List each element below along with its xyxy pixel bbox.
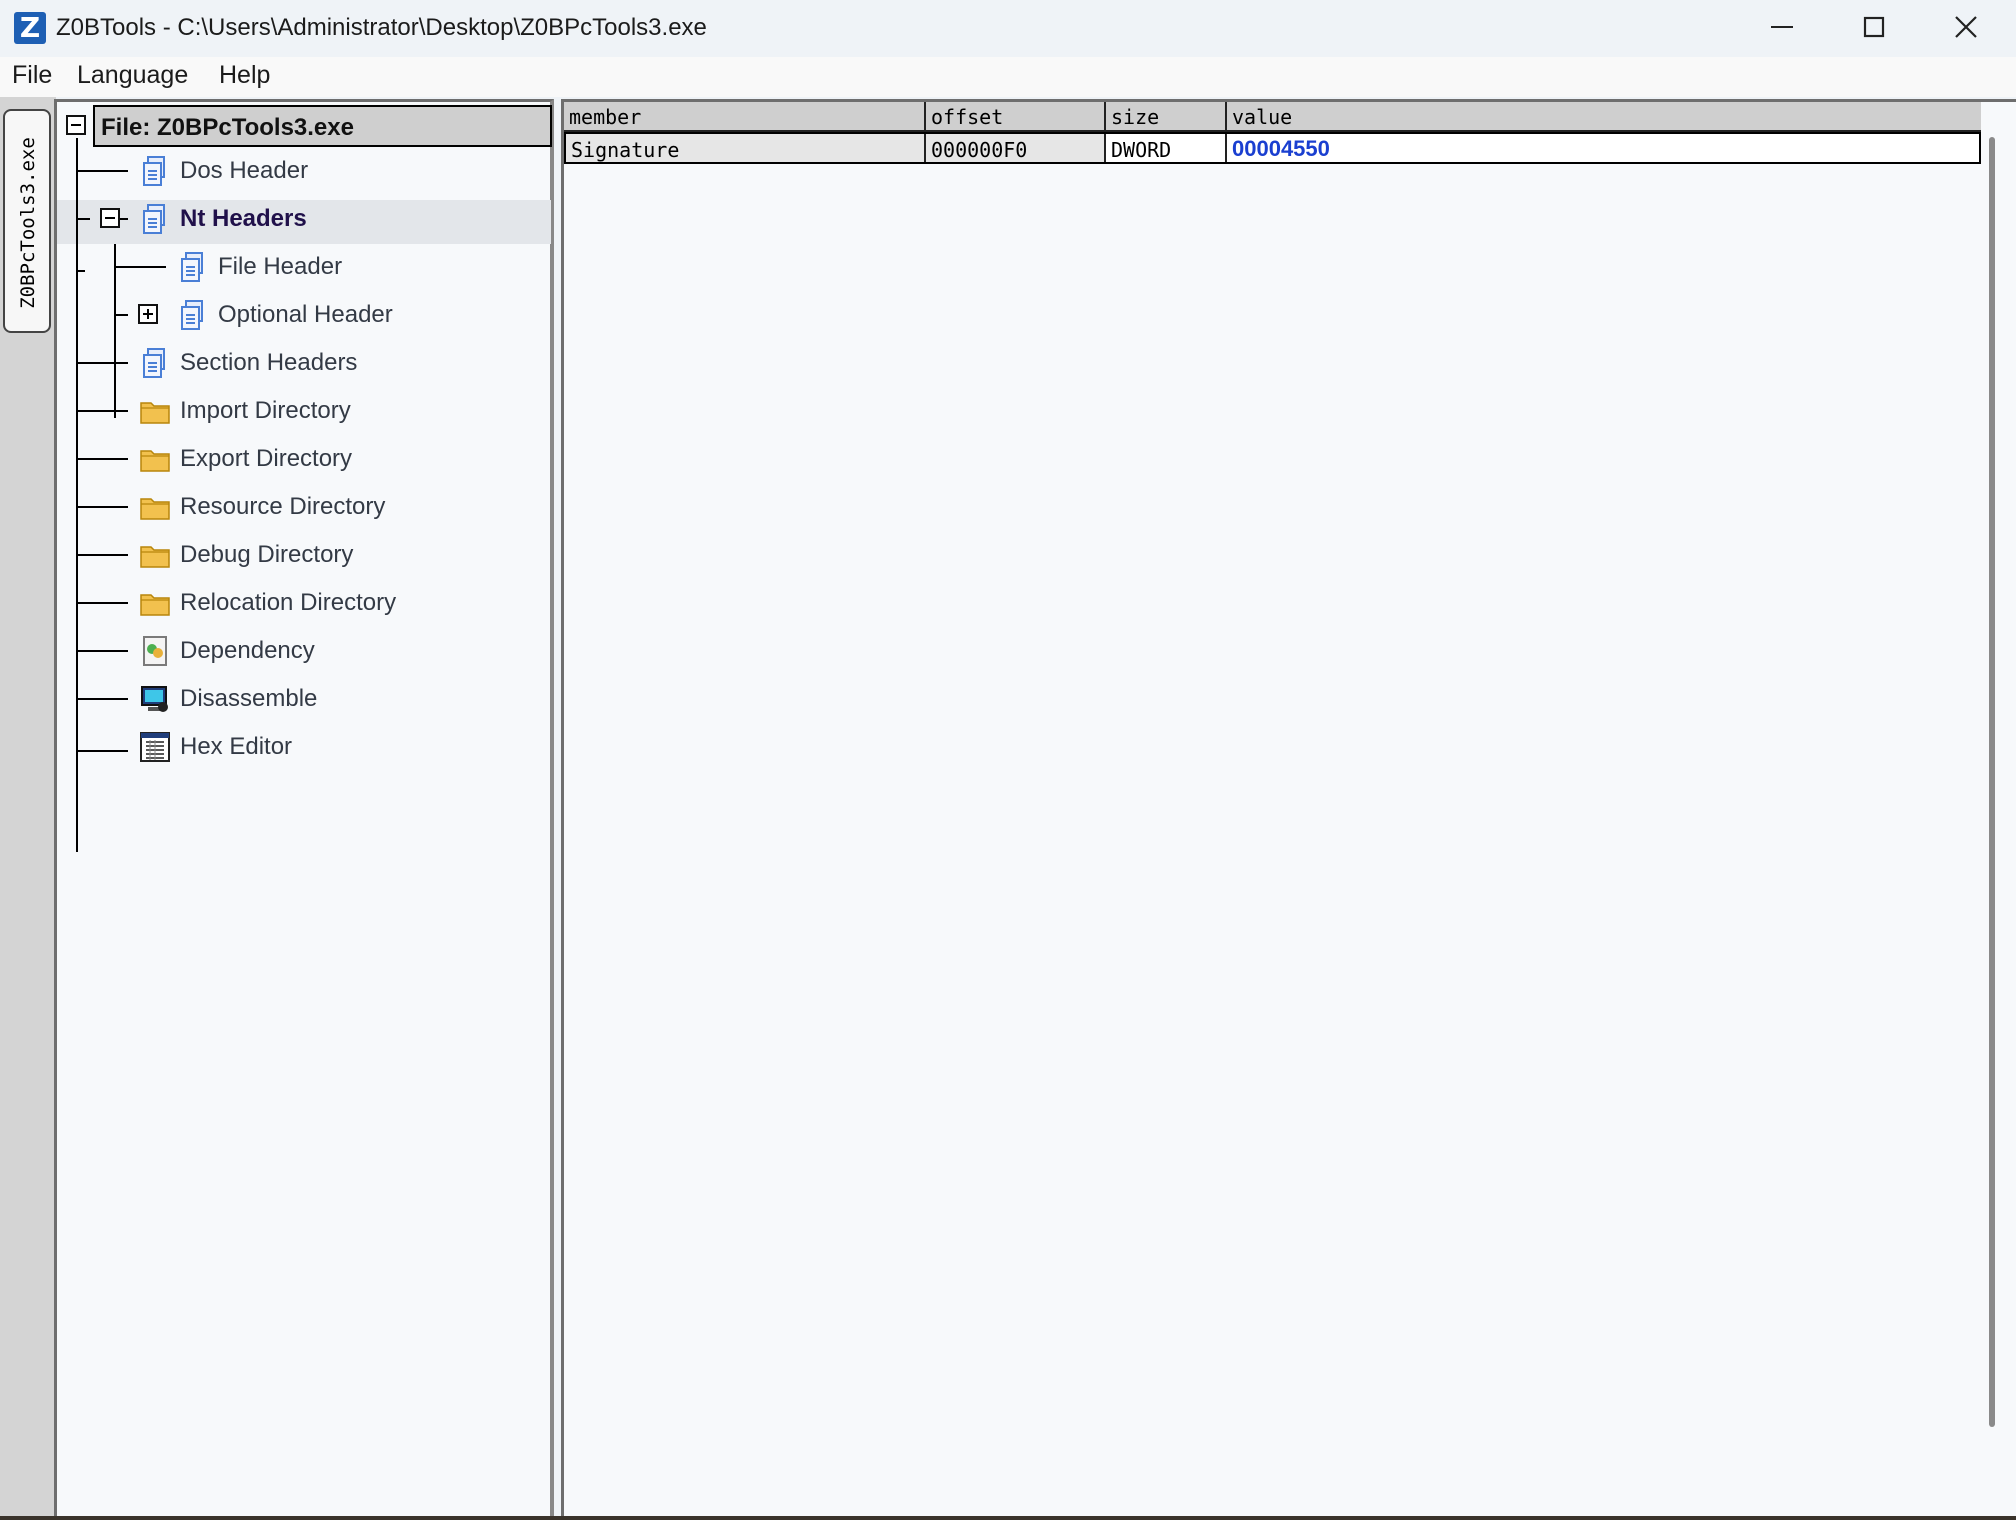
tree-line	[76, 698, 128, 700]
maximize-button[interactable]	[1828, 0, 1920, 54]
nt-headers-collapse-toggle[interactable]	[100, 208, 120, 228]
tree-line	[76, 554, 128, 556]
vertical-scrollbar[interactable]	[1989, 137, 1995, 1427]
file-tab-strip: Z0BPcTools3.exe	[0, 97, 56, 1520]
cell-member[interactable]: Signature	[566, 134, 926, 162]
folder-icon	[140, 594, 170, 616]
close-icon	[1955, 16, 1977, 38]
file-tab[interactable]: Z0BPcTools3.exe	[3, 109, 51, 333]
minimize-button[interactable]	[1736, 0, 1828, 54]
hex-grid-icon	[140, 732, 170, 762]
tree-line	[76, 138, 78, 852]
window-title: Z0BTools - C:\Users\Administrator\Deskto…	[56, 14, 707, 41]
menu-file[interactable]: File	[12, 61, 52, 90]
column-header-size[interactable]: size	[1106, 102, 1227, 132]
tree-line	[76, 218, 90, 220]
cell-value[interactable]: 00004550	[1227, 134, 1977, 162]
tree-line	[76, 506, 128, 508]
column-header-offset[interactable]: offset	[926, 102, 1106, 132]
tree-line	[120, 218, 128, 220]
document-icon	[143, 204, 165, 234]
document-icon	[143, 156, 165, 186]
app-window: Z Z0BTools - C:\Users\Administrator\Desk…	[0, 0, 2016, 1520]
desktop-edge	[0, 1516, 2016, 1520]
column-header-member[interactable]: member	[564, 102, 926, 132]
document-icon	[143, 348, 165, 378]
tree-line	[76, 750, 128, 752]
table-row[interactable]: Signature 000000F0 DWORD 00004550	[564, 132, 1981, 164]
file-tab-label: Z0BPcTools3.exe	[17, 137, 39, 309]
tree-line	[76, 270, 85, 272]
tree-line	[114, 244, 116, 418]
close-button[interactable]	[1920, 0, 2012, 54]
cell-size[interactable]: DWORD	[1106, 134, 1227, 162]
tree-line	[76, 458, 128, 460]
cell-offset[interactable]: 000000F0	[926, 134, 1106, 162]
maximize-icon	[1863, 16, 1885, 38]
menu-bar: File Language Help	[0, 57, 2016, 97]
tree-line	[76, 602, 128, 604]
structure-tree: File: Z0BPcTools3.exe Dos Header Nt Head…	[54, 99, 554, 1516]
disassemble-icon	[141, 686, 168, 712]
title-bar[interactable]: Z Z0BTools - C:\Users\Administrator\Desk…	[0, 0, 2016, 57]
folder-icon	[140, 402, 170, 424]
tree-line	[76, 650, 128, 652]
column-header-value[interactable]: value	[1227, 102, 1981, 132]
tree-line	[114, 266, 166, 268]
document-icon	[181, 300, 203, 330]
tree-line	[76, 362, 128, 364]
tree-line	[76, 410, 128, 412]
menu-language[interactable]: Language	[77, 61, 188, 90]
dependency-icon	[143, 636, 167, 666]
folder-icon	[140, 450, 170, 472]
minimize-icon	[1771, 26, 1793, 28]
folder-icon	[140, 498, 170, 520]
tree-root-node[interactable]: File: Z0BPcTools3.exe	[93, 105, 552, 147]
root-collapse-toggle[interactable]	[66, 115, 86, 135]
folder-icon	[140, 546, 170, 568]
tree-line	[76, 170, 128, 172]
tree-line	[114, 314, 128, 316]
optional-header-expand-toggle[interactable]	[138, 304, 158, 324]
app-logo-icon: Z	[14, 12, 46, 44]
document-icon	[181, 252, 203, 282]
menu-help[interactable]: Help	[219, 61, 270, 90]
data-grid: member offset size value Signature 00000…	[561, 99, 2016, 1516]
